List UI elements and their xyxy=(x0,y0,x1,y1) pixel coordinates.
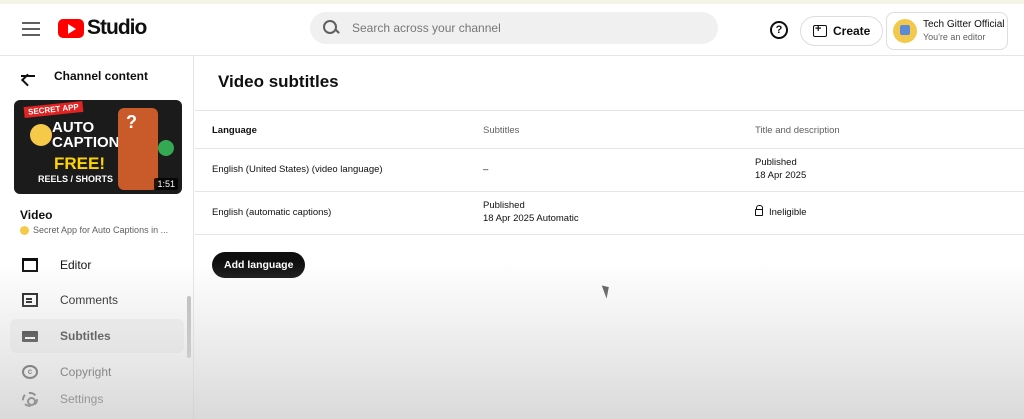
gear-icon xyxy=(22,391,38,407)
menu-icon[interactable] xyxy=(22,22,40,36)
sidebar-item-label: Copyright xyxy=(60,365,112,379)
create-button[interactable]: Create xyxy=(800,16,884,46)
main-content: Video subtitles Language Subtitles Title… xyxy=(195,56,1024,419)
subtitles-cell[interactable]: Published 18 Apr 2025 Automatic xyxy=(483,199,579,225)
column-header-language: Language xyxy=(212,125,257,136)
account-switcher[interactable]: Tech Gitter Official You're an editor xyxy=(886,12,1008,50)
sidebar-scrollbar[interactable] xyxy=(187,296,191,358)
sidebar-item-label: Editor xyxy=(60,258,92,272)
youtube-logo-icon xyxy=(58,18,84,38)
sidebar-item-comments[interactable]: Comments xyxy=(10,283,184,317)
table-row[interactable]: English (United States) (video language)… xyxy=(195,148,1024,191)
status-text: Ineligible xyxy=(769,207,807,218)
video-title: Secret App for Auto Captions in ... xyxy=(33,225,169,235)
video-title-row: Secret App for Auto Captions in ... xyxy=(20,225,190,235)
table-bottom-divider xyxy=(195,234,1024,235)
emoji-icon xyxy=(30,124,52,146)
column-header-subtitles: Subtitles xyxy=(483,125,520,136)
avatar xyxy=(893,19,917,43)
create-video-icon xyxy=(813,23,827,37)
table-row[interactable]: English (automatic captions) Published 1… xyxy=(195,191,1024,234)
language-cell: English (automatic captions) xyxy=(212,207,332,218)
title-description-cell: Ineligible xyxy=(755,205,807,219)
create-label: Create xyxy=(833,24,871,38)
sidebar-item-editor[interactable]: Editor xyxy=(10,248,184,282)
thumbnail-free: FREE! xyxy=(54,154,105,173)
subtitles-table: Language Subtitles Title and description… xyxy=(195,110,1024,235)
lock-icon xyxy=(755,205,763,216)
sidebar-item-label: Comments xyxy=(60,293,119,307)
thumbnail-phone-image xyxy=(118,108,158,190)
subtitles-icon xyxy=(22,330,38,342)
thumbnail-reels: REELS / SHORTS xyxy=(38,174,114,184)
thumbnail-question: ? xyxy=(126,112,137,132)
help-icon[interactable]: ? xyxy=(770,21,788,39)
subtitles-cell[interactable]: – xyxy=(483,163,488,176)
emoji-icon xyxy=(20,225,29,235)
account-name: Tech Gitter Official xyxy=(923,19,1005,30)
date-text: 18 Apr 2025 xyxy=(755,170,807,181)
page-title: Video subtitles xyxy=(218,72,339,91)
studio-logo[interactable]: Studio xyxy=(58,16,147,40)
video-label: Video xyxy=(20,208,53,222)
table-header: Language Subtitles Title and description xyxy=(195,110,1024,148)
language-cell: English (United States) (video language) xyxy=(212,164,383,175)
thumbnail-badge: SECRET APP xyxy=(23,100,84,119)
thumbnail-sticker xyxy=(158,140,174,156)
back-label: Channel content xyxy=(54,69,149,83)
date-text: 18 Apr 2025 Automatic xyxy=(483,213,579,224)
logo-text: Studio xyxy=(87,16,147,39)
sidebar: Channel content SECRET APP AUTO CAPTIONS… xyxy=(0,56,194,419)
search-icon[interactable] xyxy=(322,19,340,37)
sidebar-item-label: Subtitles xyxy=(60,329,111,343)
top-bar: Studio ? Create Tech Gitter Official You… xyxy=(0,0,1024,56)
sidebar-item-settings[interactable]: Settings xyxy=(10,382,184,416)
column-header-title-description: Title and description xyxy=(755,125,840,136)
video-thumbnail[interactable]: SECRET APP AUTO CAPTIONS FREE! REELS / S… xyxy=(14,100,182,194)
status-text: Published xyxy=(483,200,525,211)
add-language-button[interactable]: Add language xyxy=(212,252,306,278)
video-duration: 1:51 xyxy=(154,178,178,190)
search-input[interactable] xyxy=(352,21,692,35)
title-description-cell[interactable]: Published 18 Apr 2025 xyxy=(755,156,806,182)
status-text: Published xyxy=(755,157,797,168)
editor-icon xyxy=(22,258,38,272)
back-to-channel-content[interactable]: Channel content xyxy=(20,69,148,83)
account-role: You're an editor xyxy=(923,32,986,42)
copyright-icon: c xyxy=(22,365,38,379)
sidebar-item-label: Settings xyxy=(60,392,104,406)
back-arrow-icon[interactable] xyxy=(20,70,36,82)
comments-icon xyxy=(22,293,38,307)
search-bar[interactable] xyxy=(310,12,718,44)
sidebar-item-subtitles[interactable]: Subtitles xyxy=(10,319,184,353)
